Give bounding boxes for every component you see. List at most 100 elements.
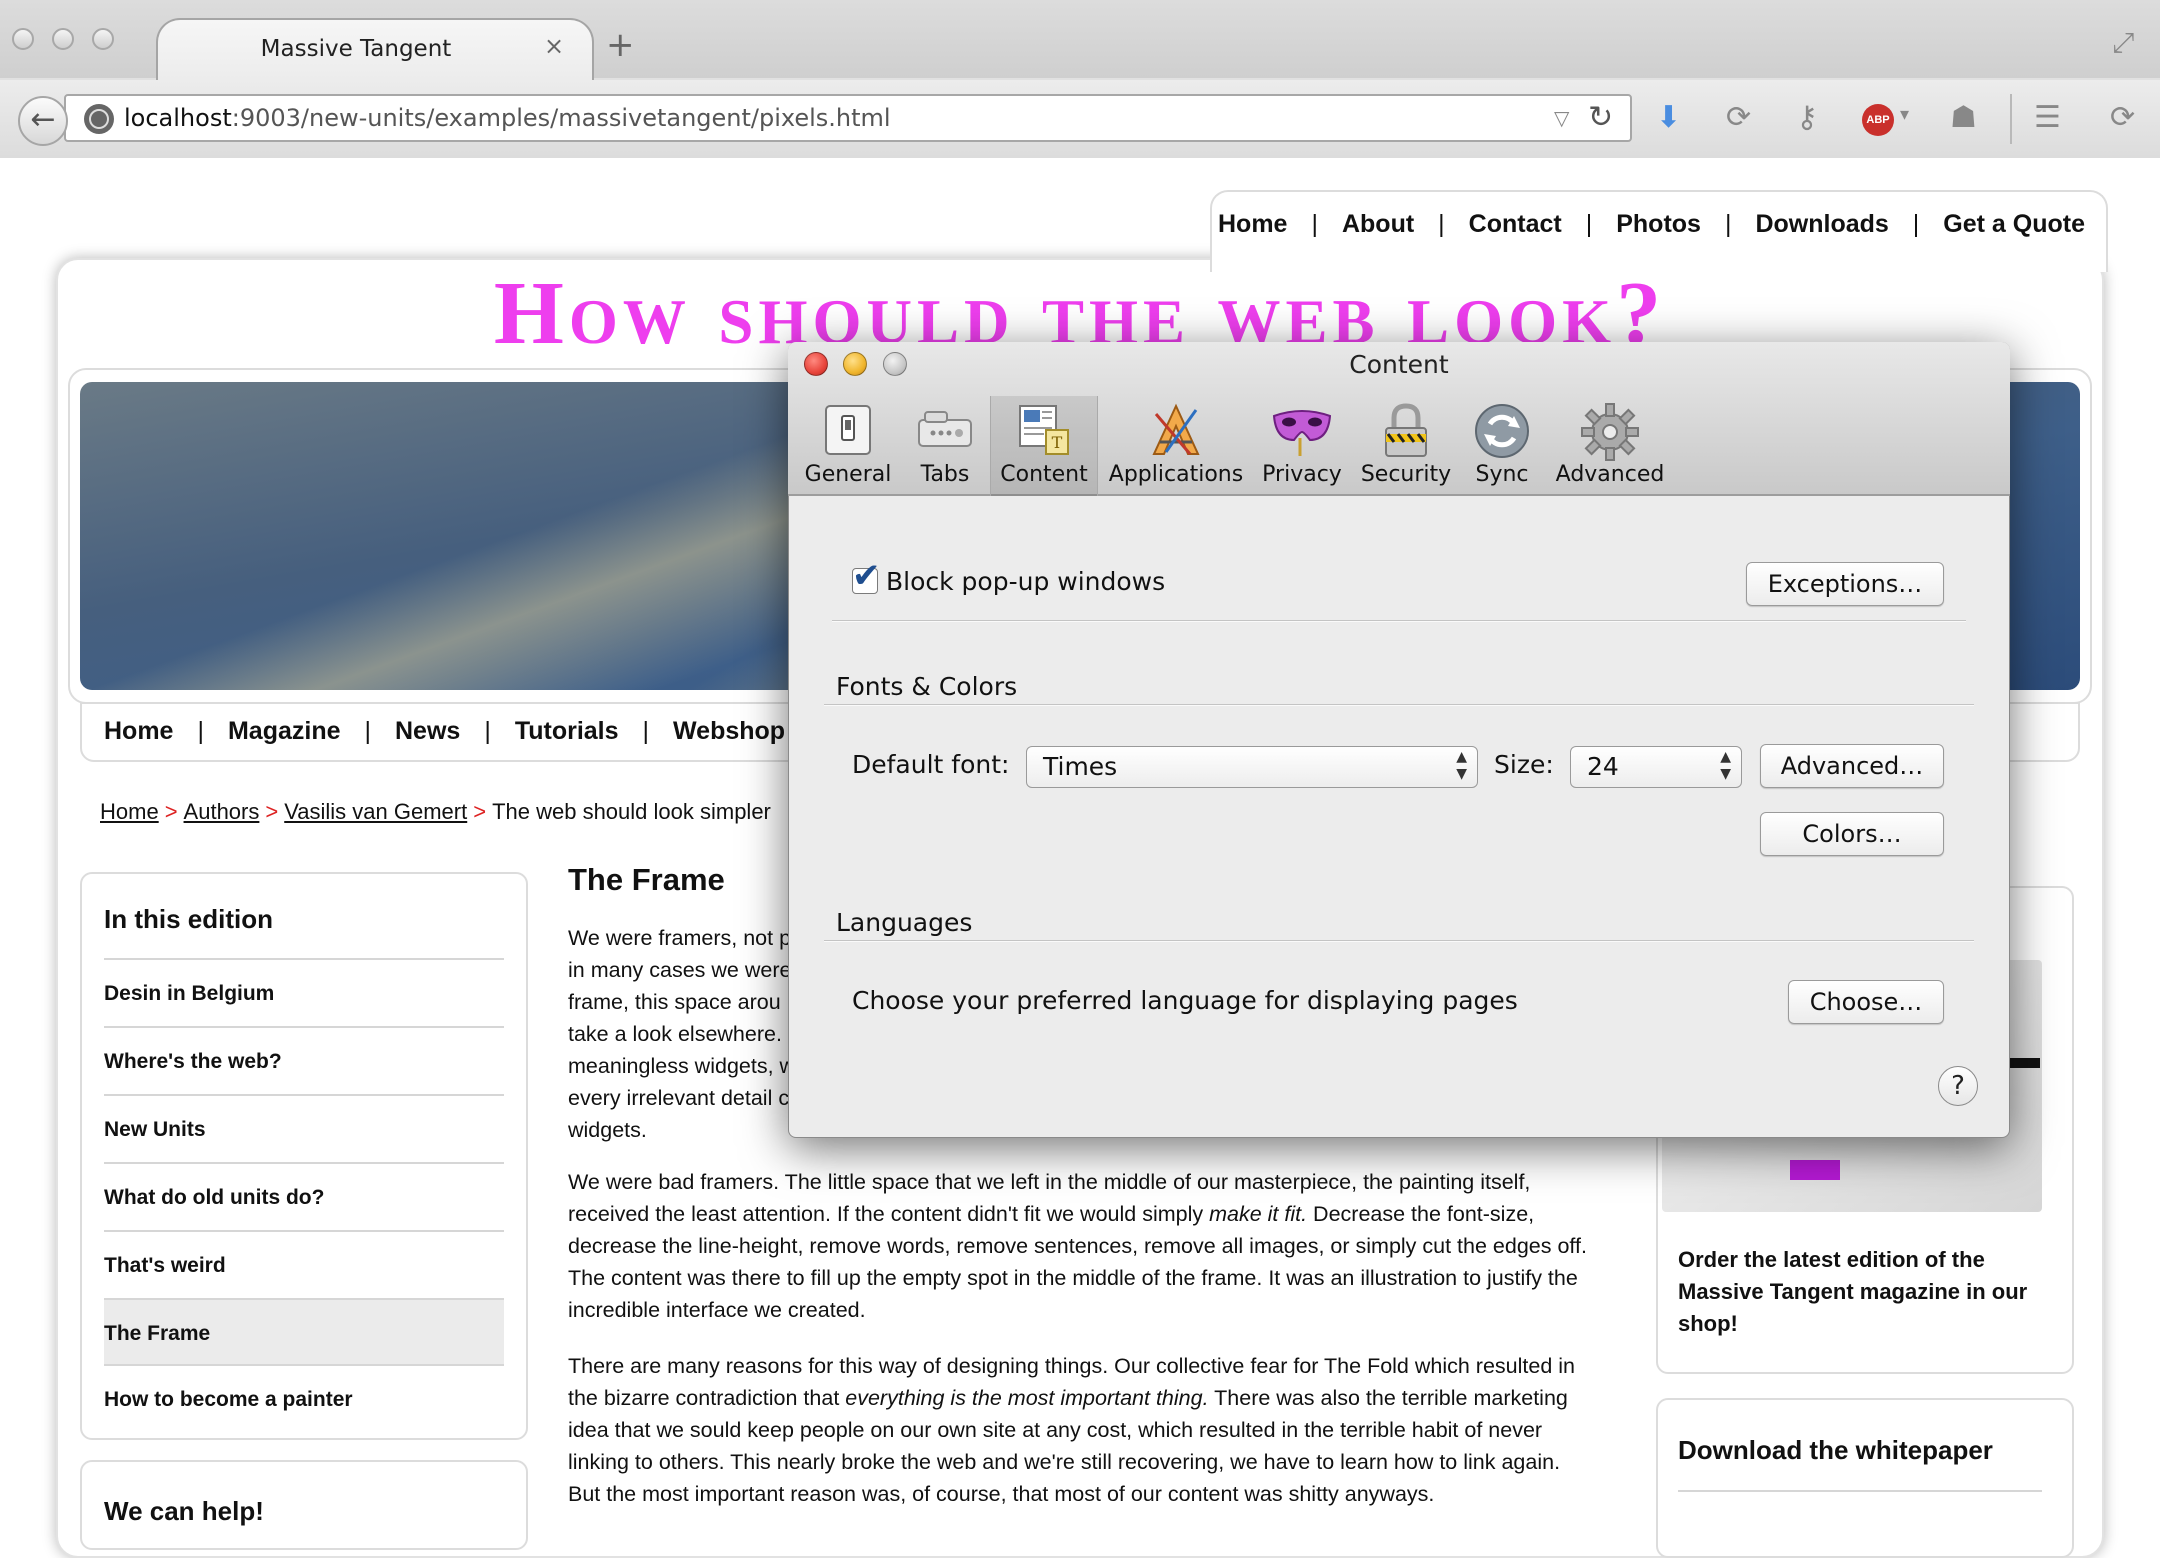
divider (824, 940, 1974, 942)
paragraph-emphasis: make it fit. (1209, 1202, 1308, 1226)
globe-icon (84, 104, 114, 134)
refresh-extension-icon[interactable]: ⟳ (2110, 100, 2135, 135)
sync-toolbar-icon[interactable]: ⟳ (1726, 100, 1751, 135)
tab-label: Privacy (1262, 462, 1342, 487)
new-tab-button[interactable]: + (606, 28, 635, 62)
nav-separator: | (642, 717, 650, 745)
font-size-select[interactable]: 24 ▲ ▼ (1570, 746, 1742, 788)
divider (824, 704, 1974, 706)
breadcrumb-home[interactable]: Home (100, 799, 159, 824)
nav-separator: | (1912, 210, 1920, 238)
sub-nav-tutorials[interactable]: Tutorials (515, 717, 619, 745)
window-close-button[interactable] (12, 28, 34, 50)
breadcrumb-authors[interactable]: Authors (184, 799, 260, 824)
sidebar-item-old-units[interactable]: What do old units do? (104, 1162, 504, 1230)
sidebar-item-the-frame[interactable]: The Frame (104, 1298, 504, 1366)
adblock-dropdown-icon[interactable]: ▾ (1900, 104, 1909, 125)
padlock-icon (1385, 403, 1427, 457)
tab-label: Advanced (1555, 462, 1665, 487)
sync-icon (1475, 404, 1529, 458)
download-icon[interactable]: ⬇ (1656, 100, 1681, 135)
sidebar-title: In this edition (104, 904, 273, 934)
paragraph-emphasis: everything is the most important thing. (845, 1386, 1209, 1410)
window-zoom-button[interactable] (92, 28, 114, 50)
tab-content[interactable]: T Content (990, 396, 1098, 496)
url-host: localhost (124, 104, 232, 132)
divider (832, 620, 1966, 622)
tab-tabs[interactable]: Tabs (904, 396, 986, 496)
sidebar-item-thats-weird[interactable]: That's weird (104, 1230, 504, 1298)
menu-icon[interactable]: ☰ (2034, 100, 2061, 135)
url-text[interactable]: localhost:9003/new-units/examples/massiv… (124, 104, 891, 132)
top-nav-home[interactable]: Home (1218, 210, 1287, 238)
article-paragraph-2: We were bad framers. The little space th… (568, 1166, 1598, 1326)
nav-separator: | (1724, 210, 1732, 238)
svg-text:T: T (1052, 433, 1063, 452)
url-history-dropdown-icon[interactable]: ▽ (1554, 106, 1569, 130)
article-title: The Frame (568, 862, 725, 897)
languages-heading: Languages (836, 908, 973, 937)
nav-separator: | (1438, 210, 1445, 238)
fullscreen-icon[interactable]: ⤢ (2112, 26, 2134, 60)
nav-separator: | (1585, 210, 1593, 238)
font-size-value: 24 (1587, 752, 1619, 781)
advanced-fonts-button[interactable]: Advanced… (1760, 744, 1944, 788)
tab-sync[interactable]: Sync (1462, 396, 1542, 496)
nav-separator: | (197, 717, 204, 745)
breadcrumb-separator: > (265, 799, 279, 824)
default-font-label: Default font: (852, 750, 1010, 779)
sub-navigation: Home | Magazine | News | Tutorials | Webshop (104, 717, 785, 746)
sidebar-item-new-units[interactable]: New Units (104, 1094, 504, 1162)
tab-close-icon[interactable]: × (544, 32, 564, 60)
exceptions-button[interactable]: Exceptions… (1746, 562, 1944, 606)
tab-advanced[interactable]: Advanced (1552, 396, 1668, 496)
popup-arrows-icon: ▲ ▼ (1456, 749, 1467, 782)
key-icon[interactable]: ⚷ (1796, 100, 1818, 135)
popup-arrows-icon: ▲ ▼ (1720, 749, 1731, 782)
breadcrumb-current: The web should look simpler (492, 799, 771, 824)
content-icon: T (1019, 405, 1069, 455)
colors-button[interactable]: Colors… (1760, 812, 1944, 856)
top-nav-downloads[interactable]: Downloads (1755, 210, 1888, 238)
breadcrumb-author[interactable]: Vasilis van Gemert (284, 799, 467, 824)
promo-text[interactable]: Order the latest edition of the Massive … (1678, 1244, 2056, 1340)
switch-icon (825, 405, 871, 455)
divider (1678, 1490, 2042, 1492)
back-button[interactable]: ← (18, 96, 68, 146)
sub-nav-magazine[interactable]: Magazine (228, 717, 341, 745)
tab-label: Content (1000, 462, 1088, 487)
sub-nav-home[interactable]: Home (104, 717, 173, 745)
help-sidebar-title: We can help! (104, 1496, 264, 1526)
top-nav-contact[interactable]: Contact (1469, 210, 1562, 238)
top-nav-about[interactable]: About (1342, 210, 1414, 238)
top-nav-get-a-quote[interactable]: Get a Quote (1943, 210, 2085, 238)
choose-language-button[interactable]: Choose… (1788, 980, 1944, 1024)
breadcrumb-separator: > (473, 799, 487, 824)
nav-separator: | (484, 717, 491, 745)
tab-label: Security (1360, 462, 1452, 487)
mask-icon (1272, 410, 1332, 456)
sub-nav-news[interactable]: News (395, 717, 460, 745)
adblock-icon[interactable]: ABP (1862, 104, 1894, 136)
tab-security[interactable]: Security (1356, 396, 1456, 496)
tab-privacy[interactable]: Privacy (1256, 396, 1348, 496)
top-navigation: Home | About | Contact | Photos | Downloads | Get … (1218, 210, 2085, 239)
default-font-select[interactable]: Times ▲ ▼ (1026, 746, 1478, 788)
sidebar-item-wheres-the-web[interactable]: Where's the web? (104, 1026, 504, 1094)
tab-applications[interactable]: Applications (1104, 396, 1248, 496)
magazine-cover-detail (1790, 1160, 1840, 1180)
default-font-value: Times (1043, 752, 1118, 781)
ghostery-icon[interactable]: ☗ (1950, 100, 1977, 135)
nav-separator: | (364, 717, 372, 745)
block-popups-label[interactable]: Block pop-up windows (886, 567, 1165, 596)
window-minimize-button[interactable] (52, 28, 74, 50)
sidebar-item-desin-in-belgium[interactable]: Desin in Belgium (104, 958, 504, 1026)
reload-icon[interactable]: ↻ (1588, 100, 1613, 135)
tab-general[interactable]: General (800, 396, 896, 496)
top-nav-photos[interactable]: Photos (1616, 210, 1701, 238)
tab-title: Massive Tangent (260, 36, 452, 62)
help-button[interactable]: ? (1938, 1066, 1978, 1106)
sidebar-item-become-a-painter[interactable]: How to become a painter (104, 1366, 504, 1434)
tab-label: Applications (1108, 462, 1244, 487)
sub-nav-webshop[interactable]: Webshop (673, 717, 785, 745)
